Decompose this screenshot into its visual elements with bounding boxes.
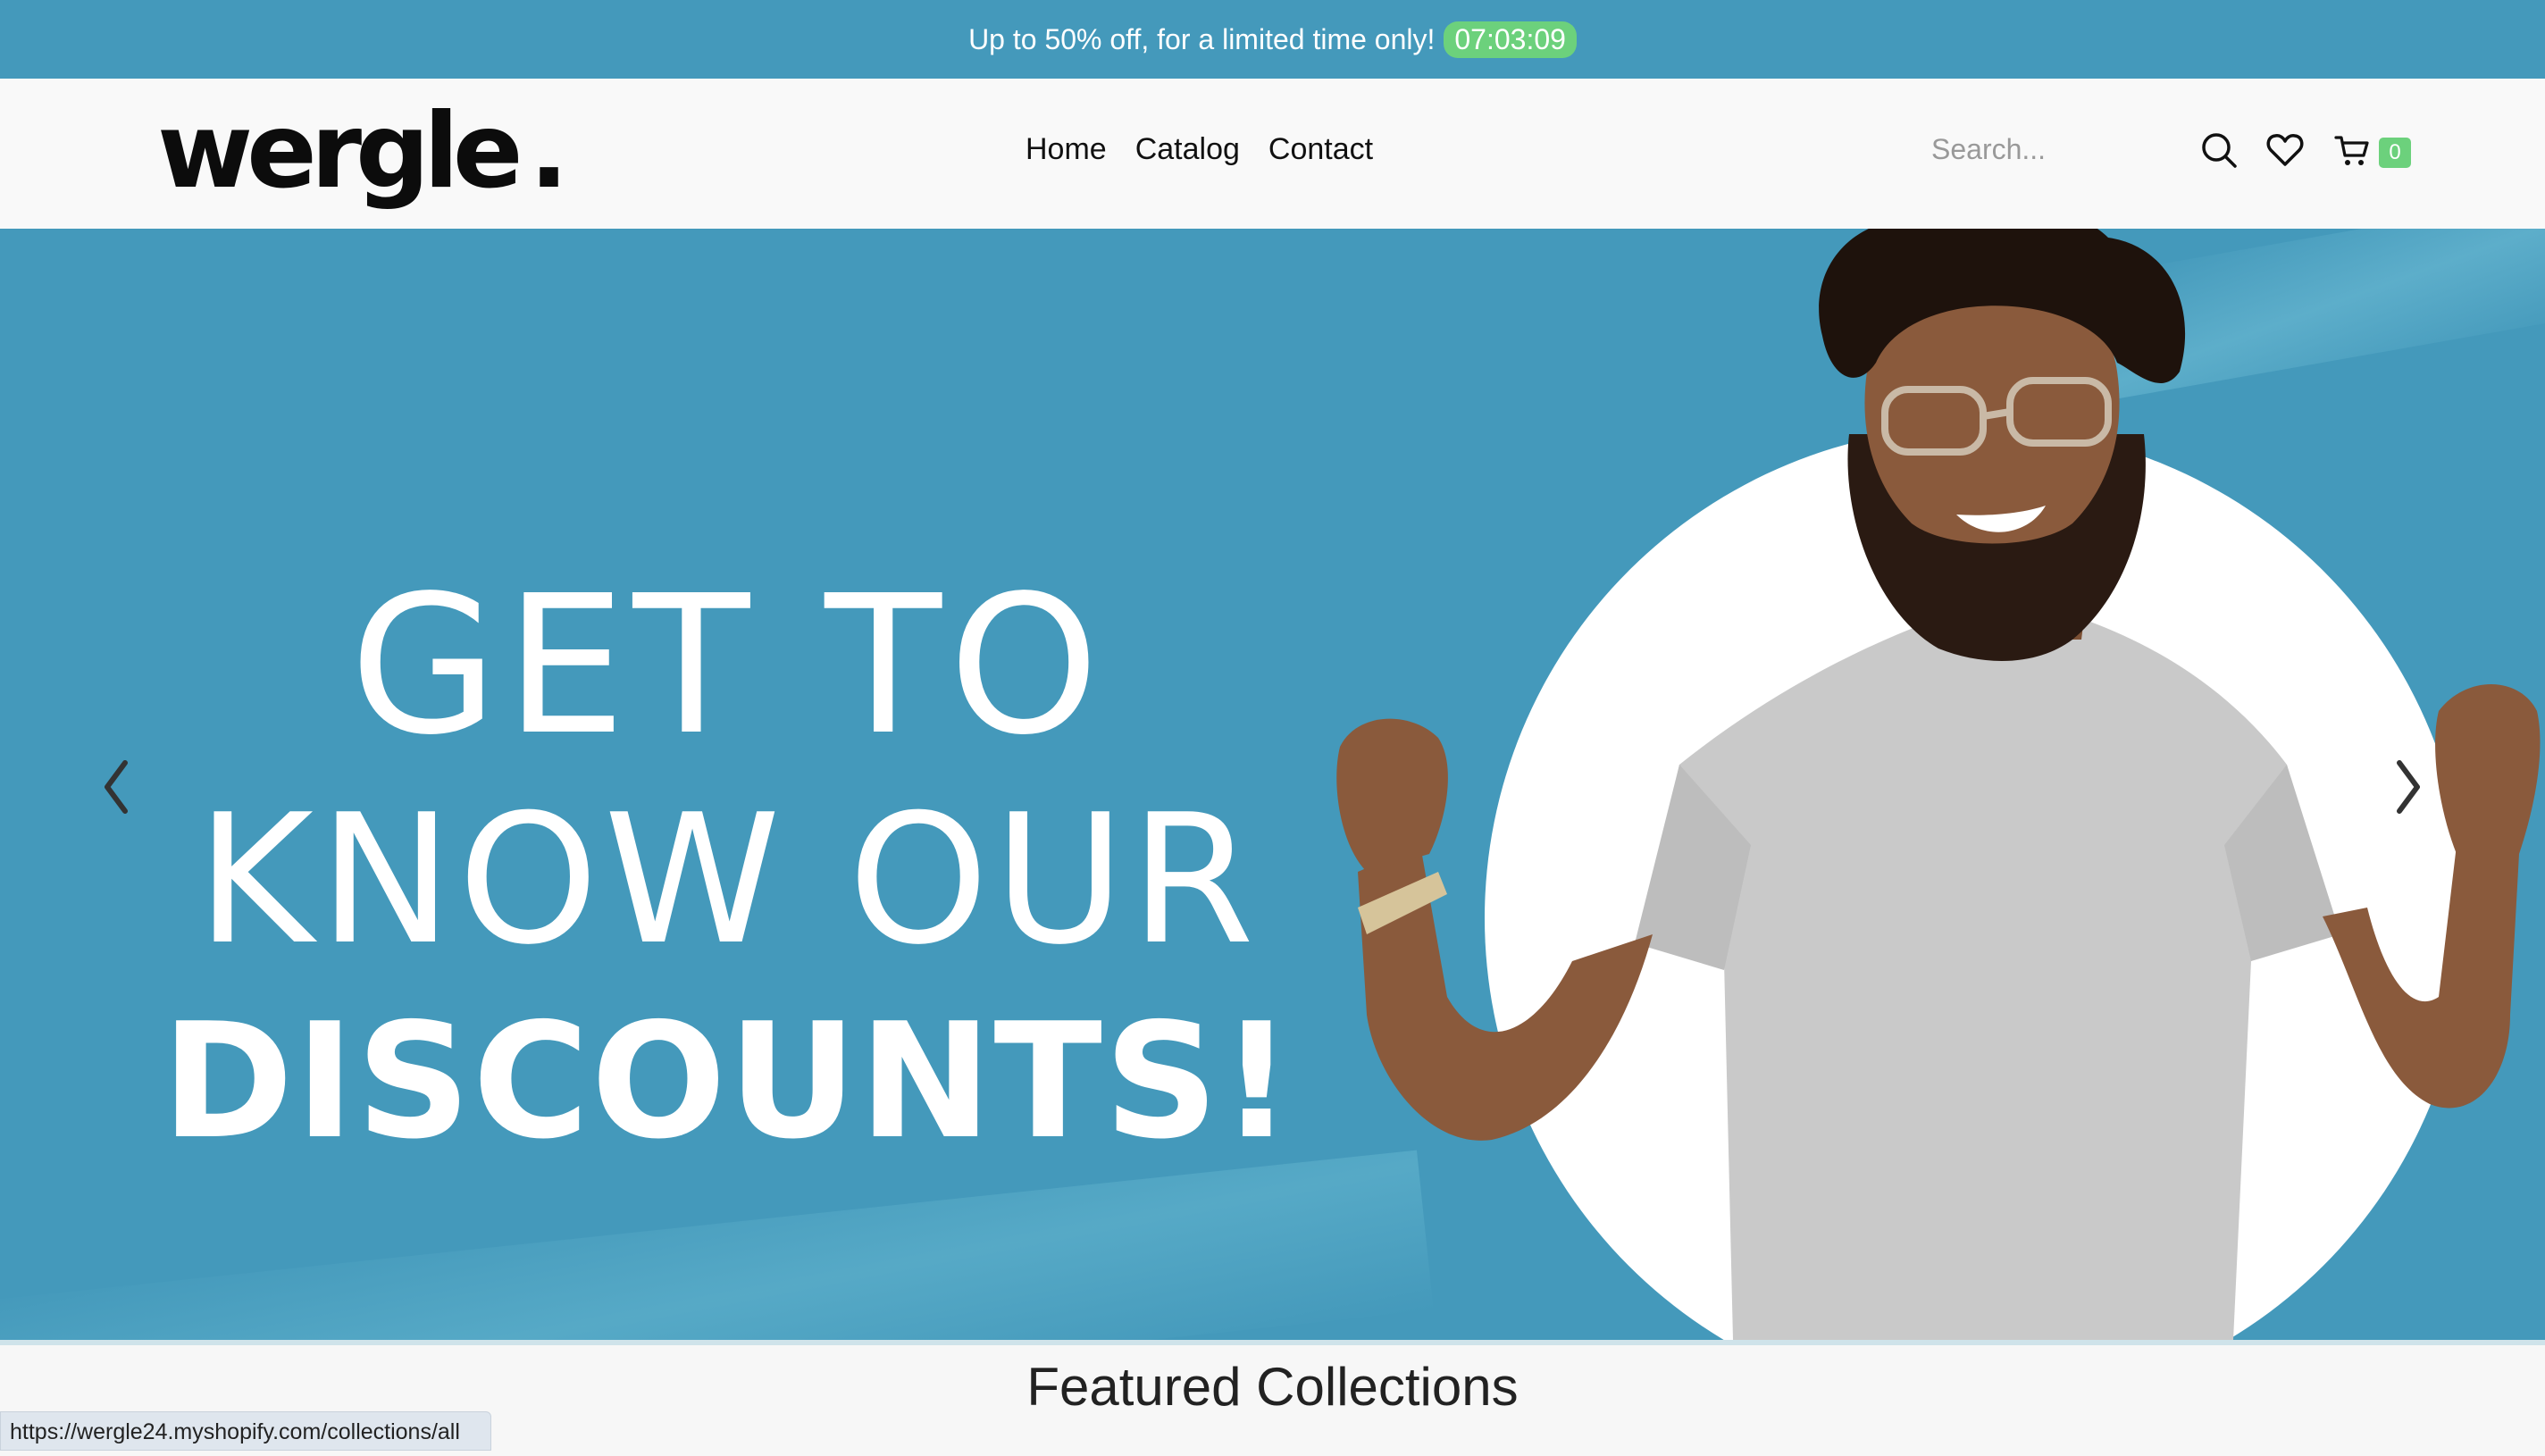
main-nav: Home Catalog Contact <box>1026 132 1373 167</box>
cart-icon[interactable] <box>2333 130 2373 170</box>
search-input[interactable] <box>1930 129 2156 170</box>
featured-collections-title: Featured Collections <box>1026 1357 1519 1417</box>
cart-count-badge: 0 <box>2379 138 2411 168</box>
chevron-left-icon[interactable] <box>98 756 134 818</box>
countdown-timer: 07:03:09 <box>1444 21 1577 58</box>
announcement-text: Up to 50% off, for a limited time only! <box>968 22 1436 55</box>
link-status-bar: https://wergle24.myshopify.com/collectio… <box>0 1411 491 1451</box>
search-icon[interactable] <box>2199 130 2239 170</box>
brush-stroke <box>0 1150 1434 1340</box>
nav-home[interactable]: Home <box>1026 132 1107 167</box>
site-logo[interactable]: wergle. <box>157 98 569 205</box>
site-header: wergle. Home Catalog Contact 0 <box>0 79 2545 229</box>
headline-line-3: DISCOUNTS! <box>161 989 1295 1174</box>
heart-icon[interactable] <box>2265 130 2305 170</box>
hero-headline: GET TO KNOW OUR DISCOUNTS! <box>161 559 1295 1176</box>
headline-line-2: KNOW OUR <box>196 776 1260 984</box>
nav-contact[interactable]: Contact <box>1268 132 1373 167</box>
chevron-right-icon[interactable] <box>2390 756 2426 818</box>
hero-banner[interactable]: GET TO KNOW OUR DISCOUNTS! <box>0 229 2545 1340</box>
headline-line-1: GET TO <box>349 555 1107 777</box>
nav-catalog[interactable]: Catalog <box>1135 132 1240 167</box>
announcement-bar: Up to 50% off, for a limited time only! … <box>0 0 2545 79</box>
logo-dot: . <box>529 91 569 212</box>
logo-text: wergle <box>157 91 523 212</box>
hero-model-image <box>1336 229 2541 1340</box>
